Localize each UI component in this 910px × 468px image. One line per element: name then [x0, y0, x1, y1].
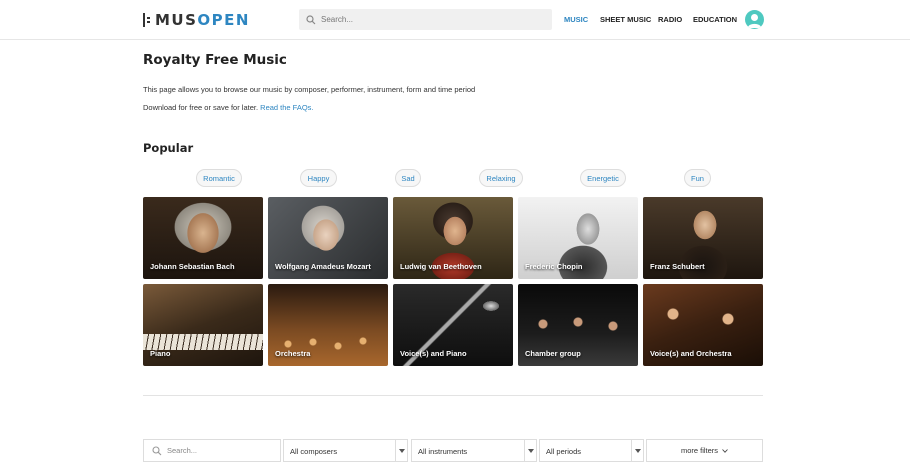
instruments-select-value: All instruments: [418, 447, 468, 456]
composer-tile-schubert[interactable]: Franz Schubert: [643, 197, 763, 279]
site-header: MUSOPEN MUSIC SHEET MUSIC RADIO EDUCATIO…: [0, 0, 910, 40]
composer-tile-mozart[interactable]: Wolfgang Amadeus Mozart: [268, 197, 388, 279]
dropdown-arrow-icon: [395, 440, 407, 461]
tile-label: Piano: [150, 349, 171, 358]
ensemble-tile-voice-orchestra[interactable]: Voice(s) and Orchestra: [643, 284, 763, 366]
nav-music[interactable]: MUSIC: [564, 15, 588, 24]
composers-select[interactable]: All composers: [283, 439, 408, 462]
tile-label: Wolfgang Amadeus Mozart: [275, 262, 371, 271]
mood-relaxing[interactable]: Relaxing: [479, 169, 523, 187]
more-filters-button[interactable]: more filters: [646, 439, 763, 462]
logo-text: MUSOPEN: [155, 11, 250, 29]
mood-romantic[interactable]: Romantic: [196, 169, 242, 187]
tile-label: Ludwig van Beethoven: [400, 262, 482, 271]
logo-mark-icon: [143, 13, 151, 27]
periods-select[interactable]: All periods: [539, 439, 644, 462]
mood-sad[interactable]: Sad: [395, 169, 421, 187]
filter-search[interactable]: [143, 439, 281, 462]
popular-heading: Popular: [143, 141, 194, 155]
tile-label: Johann Sebastian Bach: [150, 262, 235, 271]
mood-happy[interactable]: Happy: [300, 169, 337, 187]
mood-energetic[interactable]: Energetic: [580, 169, 626, 187]
nav-radio[interactable]: RADIO: [658, 15, 682, 24]
page-title: Royalty Free Music: [143, 52, 287, 68]
tile-label: Frederic Chopin: [525, 262, 583, 271]
instruments-select[interactable]: All instruments: [411, 439, 537, 462]
header-search[interactable]: [299, 9, 552, 30]
download-text: Download for free or save for later. Rea…: [143, 103, 314, 112]
tile-label: Orchestra: [275, 349, 311, 358]
intro-text: This page allows you to browse our music…: [143, 85, 476, 94]
header-search-input[interactable]: [321, 15, 541, 24]
ensemble-tile-voice-piano[interactable]: Voice(s) and Piano: [393, 284, 513, 366]
mood-fun[interactable]: Fun: [684, 169, 711, 187]
filter-search-input[interactable]: [167, 446, 277, 455]
faq-link[interactable]: Read the FAQs.: [260, 103, 313, 112]
ensemble-tile-orchestra[interactable]: Orchestra: [268, 284, 388, 366]
chevron-down-icon: [722, 448, 728, 453]
tile-label: Franz Schubert: [650, 262, 705, 271]
more-filters-label: more filters: [680, 446, 719, 455]
search-icon: [306, 14, 316, 24]
tile-label: Voice(s) and Orchestra: [650, 349, 732, 358]
ensemble-tile-chamber[interactable]: Chamber group: [518, 284, 638, 366]
dropdown-arrow-icon: [631, 440, 643, 461]
tile-label: Voice(s) and Piano: [400, 349, 467, 358]
composer-tile-beethoven[interactable]: Ludwig van Beethoven: [393, 197, 513, 279]
musopen-logo[interactable]: MUSOPEN: [143, 11, 250, 29]
download-text-label: Download for free or save for later.: [143, 103, 259, 112]
nav-education[interactable]: EDUCATION: [693, 15, 737, 24]
composer-tile-chopin[interactable]: Frederic Chopin: [518, 197, 638, 279]
ensemble-tile-piano[interactable]: Piano: [143, 284, 263, 366]
composer-tile-bach[interactable]: Johann Sebastian Bach: [143, 197, 263, 279]
nav-sheet-music[interactable]: SHEET MUSIC: [600, 15, 651, 24]
search-icon: [152, 445, 162, 455]
user-avatar-icon[interactable]: [745, 10, 764, 29]
tile-label: Chamber group: [525, 349, 581, 358]
dropdown-arrow-icon: [524, 440, 536, 461]
section-divider: [143, 395, 763, 396]
periods-select-value: All periods: [546, 447, 582, 456]
composers-select-value: All composers: [290, 447, 338, 456]
